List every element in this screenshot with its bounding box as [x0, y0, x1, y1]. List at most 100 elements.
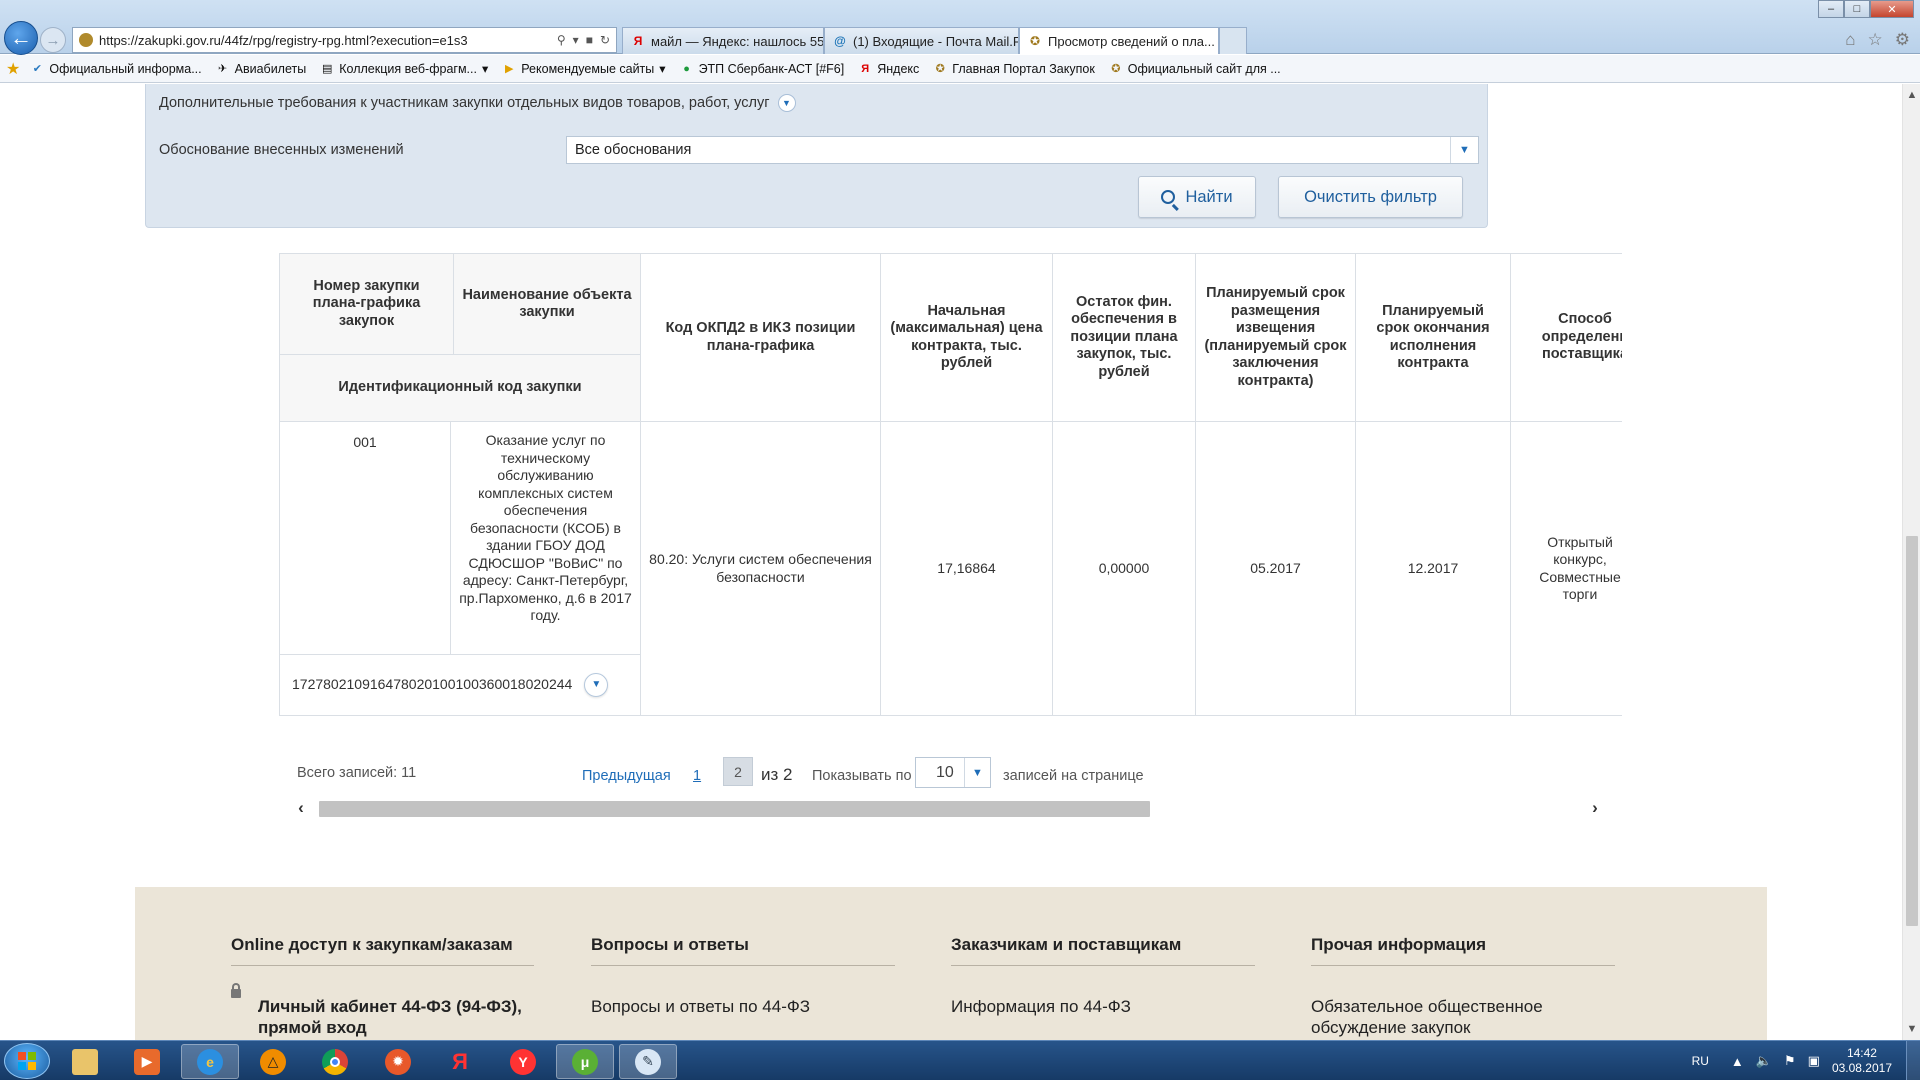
- sber-icon: ●: [683, 62, 690, 75]
- ie-icon: e: [197, 1048, 223, 1075]
- header-number: Номер закупки плана-графика закупок: [279, 253, 454, 355]
- taskbar-utorrent[interactable]: μ: [556, 1044, 614, 1079]
- address-url[interactable]: https://zakupki.gov.ru/44fz/rpg/registry…: [99, 33, 557, 48]
- new-tab-button[interactable]: [1219, 27, 1247, 54]
- folder-icon: [72, 1048, 98, 1075]
- volume-icon[interactable]: 🔈: [1756, 1053, 1772, 1069]
- favorite-item[interactable]: ● ЭТП Сбербанк-АСТ [#F6]: [680, 62, 844, 76]
- yandex-browser-icon: Y: [510, 1048, 536, 1075]
- taskbar-ie[interactable]: e: [181, 1044, 239, 1079]
- start-button[interactable]: [4, 1043, 50, 1079]
- page-icon: ▤: [322, 63, 333, 75]
- footer-link-faq[interactable]: Вопросы и ответы по 44-ФЗ: [591, 996, 895, 1017]
- taskbar-explorer[interactable]: [56, 1044, 114, 1079]
- favorite-label: Официальный информа...: [49, 61, 202, 76]
- clear-filter-label: Очистить фильтр: [1304, 187, 1437, 206]
- taskbar-avast[interactable]: △: [244, 1044, 302, 1079]
- address-bar[interactable]: https://zakupki.gov.ru/44fz/rpg/registry…: [72, 27, 617, 53]
- chevron-down-icon[interactable]: ▼: [1450, 137, 1478, 163]
- per-page-value: 10: [936, 763, 954, 781]
- clock[interactable]: 14:42 03.08.2017: [1832, 1046, 1892, 1076]
- windows-taskbar: ▶ e △ ✹ Я Y μ ✎ RU ▲ 🔈 ⚑ ▣ 14:42 03.08.2…: [0, 1040, 1920, 1080]
- extra-requirements-filter[interactable]: Дополнительные требования к участникам з…: [159, 94, 796, 112]
- flag-icon[interactable]: ⚑: [1784, 1053, 1796, 1069]
- lock-icon[interactable]: ■: [586, 33, 593, 47]
- taskbar-paint[interactable]: ✎: [619, 1044, 677, 1079]
- footer-heading: Прочая информация: [1311, 887, 1615, 966]
- taskbar-yandex-browser[interactable]: Y: [494, 1044, 552, 1079]
- per-page-select[interactable]: 10 ▼: [915, 757, 991, 788]
- favorite-item[interactable]: ▶ Рекомендуемые сайты ▾: [502, 61, 666, 77]
- page-2-current[interactable]: 2: [723, 757, 753, 786]
- chevron-down-icon[interactable]: ▾: [573, 33, 579, 47]
- lock-icon: [231, 983, 241, 998]
- scrollbar-thumb[interactable]: [1906, 536, 1918, 926]
- taskbar-media-player[interactable]: ▶: [118, 1044, 176, 1079]
- find-button[interactable]: Найти: [1138, 176, 1256, 218]
- show-desktop-button[interactable]: [1906, 1041, 1920, 1080]
- back-button[interactable]: ←: [4, 21, 38, 55]
- tab-yandex-search[interactable]: Я майл — Яндекс: нашлось 55 ...: [622, 27, 824, 54]
- page-1-link[interactable]: 1: [693, 768, 701, 784]
- clock-date: 03.08.2017: [1831, 1061, 1892, 1075]
- tray-expand-icon[interactable]: ▲: [1731, 1054, 1744, 1069]
- language-indicator[interactable]: RU: [1692, 1054, 1709, 1068]
- taskbar-chrome[interactable]: [306, 1044, 364, 1079]
- favorite-item[interactable]: ✪ Официальный сайт для ...: [1109, 61, 1281, 76]
- header-end-date: Планируемый срок окончания исполнения ко…: [1355, 253, 1511, 422]
- cell-name: Оказание услуг по техническому обслужива…: [450, 421, 641, 655]
- cell-end-date: 12.2017: [1355, 421, 1511, 716]
- scrollbar-thumb[interactable]: [319, 801, 1150, 817]
- network-icon[interactable]: ▣: [1808, 1053, 1820, 1069]
- favorite-item[interactable]: Я Яндекс: [858, 62, 919, 76]
- minimize-button[interactable]: –: [1818, 0, 1844, 18]
- footer-link-info[interactable]: Информация по 44-ФЗ: [951, 996, 1255, 1017]
- prev-page-link[interactable]: Предыдущая: [582, 768, 671, 784]
- utorrent-icon: μ: [572, 1048, 598, 1075]
- taskbar-reel-app[interactable]: ✹: [369, 1044, 427, 1079]
- chevron-down-icon[interactable]: ▼: [1903, 1020, 1920, 1038]
- tab-zakupki-active[interactable]: ✪ Просмотр сведений о пла... ✕: [1019, 27, 1219, 54]
- browser-toolbar: ← → https://zakupki.gov.ru/44fz/rpg/regi…: [0, 0, 1920, 55]
- gear-icon[interactable]: ⚙: [1895, 30, 1910, 50]
- chevron-up-icon[interactable]: ▲: [1903, 86, 1920, 104]
- forward-button[interactable]: →: [40, 27, 66, 53]
- plan-schedule-table: Номер закупки плана-графика закупок Наим…: [279, 253, 1622, 803]
- tab-mail-ru[interactable]: @ (1) Входящие - Почта Mail.Ru: [824, 27, 1019, 54]
- table-horizontal-scrollbar[interactable]: ‹ ›: [279, 797, 1622, 819]
- favorite-item[interactable]: ✈ Авиабилеты: [216, 61, 307, 76]
- footer-link-cabinet[interactable]: Личный кабинет 44-ФЗ (94-ФЗ), прямой вхо…: [231, 996, 534, 1038]
- chevron-down-icon[interactable]: ▼: [964, 758, 990, 787]
- site-footer: Online доступ к закупкам/заказам Личный …: [135, 887, 1767, 1040]
- page-icon: ▶: [505, 63, 514, 75]
- favorites-star-icon[interactable]: ★: [6, 59, 20, 79]
- pagination: Всего записей: 11 Предыдущая 1 2 из 2 По…: [297, 757, 1297, 797]
- favorite-label: Официальный сайт для ...: [1127, 61, 1281, 76]
- extra-requirements-label: Дополнительные требования к участникам з…: [159, 95, 770, 111]
- refresh-icon[interactable]: ↻: [600, 33, 610, 47]
- search-icon[interactable]: ⚲: [557, 33, 566, 47]
- page-vertical-scrollbar[interactable]: ▲ ▼: [1902, 84, 1920, 1040]
- maximize-button[interactable]: □: [1844, 0, 1870, 18]
- favorite-item[interactable]: ▤ Коллекция веб-фрагм... ▾: [320, 61, 488, 77]
- reason-select[interactable]: Все обоснования ▼: [566, 136, 1479, 164]
- cell-remainder: 0,00000: [1052, 421, 1196, 716]
- chevron-down-icon[interactable]: ▼: [777, 94, 796, 112]
- chevron-right-icon[interactable]: ›: [1585, 798, 1605, 818]
- chevron-down-icon[interactable]: ▼: [584, 673, 609, 697]
- chevron-left-icon[interactable]: ‹: [291, 798, 311, 818]
- total-pages: из 2: [761, 765, 793, 784]
- footer-link-discussion[interactable]: Обязательное общественное обсуждение зак…: [1311, 996, 1615, 1038]
- window-close-button[interactable]: ✕: [1870, 0, 1914, 18]
- cell-okpd: 80.20: Услуги систем обеспечения безопас…: [640, 421, 881, 716]
- clear-filter-button[interactable]: Очистить фильтр: [1278, 176, 1463, 218]
- footer-column-customers: Заказчикам и поставщикам Информация по 4…: [951, 887, 1255, 1017]
- favorite-item[interactable]: ✔ Официальный информа...: [30, 61, 202, 76]
- favorite-label: Авиабилеты: [234, 61, 307, 76]
- home-icon[interactable]: ⌂: [1845, 30, 1855, 50]
- taskbar-yandex[interactable]: Я: [431, 1044, 489, 1079]
- yandex-icon: Я: [633, 34, 643, 48]
- star-icon[interactable]: ☆: [1868, 30, 1883, 50]
- favorite-item[interactable]: ✪ Главная Портал Закупок: [933, 62, 1095, 76]
- header-price: Начальная (максимальная) цена контракта,…: [880, 253, 1053, 422]
